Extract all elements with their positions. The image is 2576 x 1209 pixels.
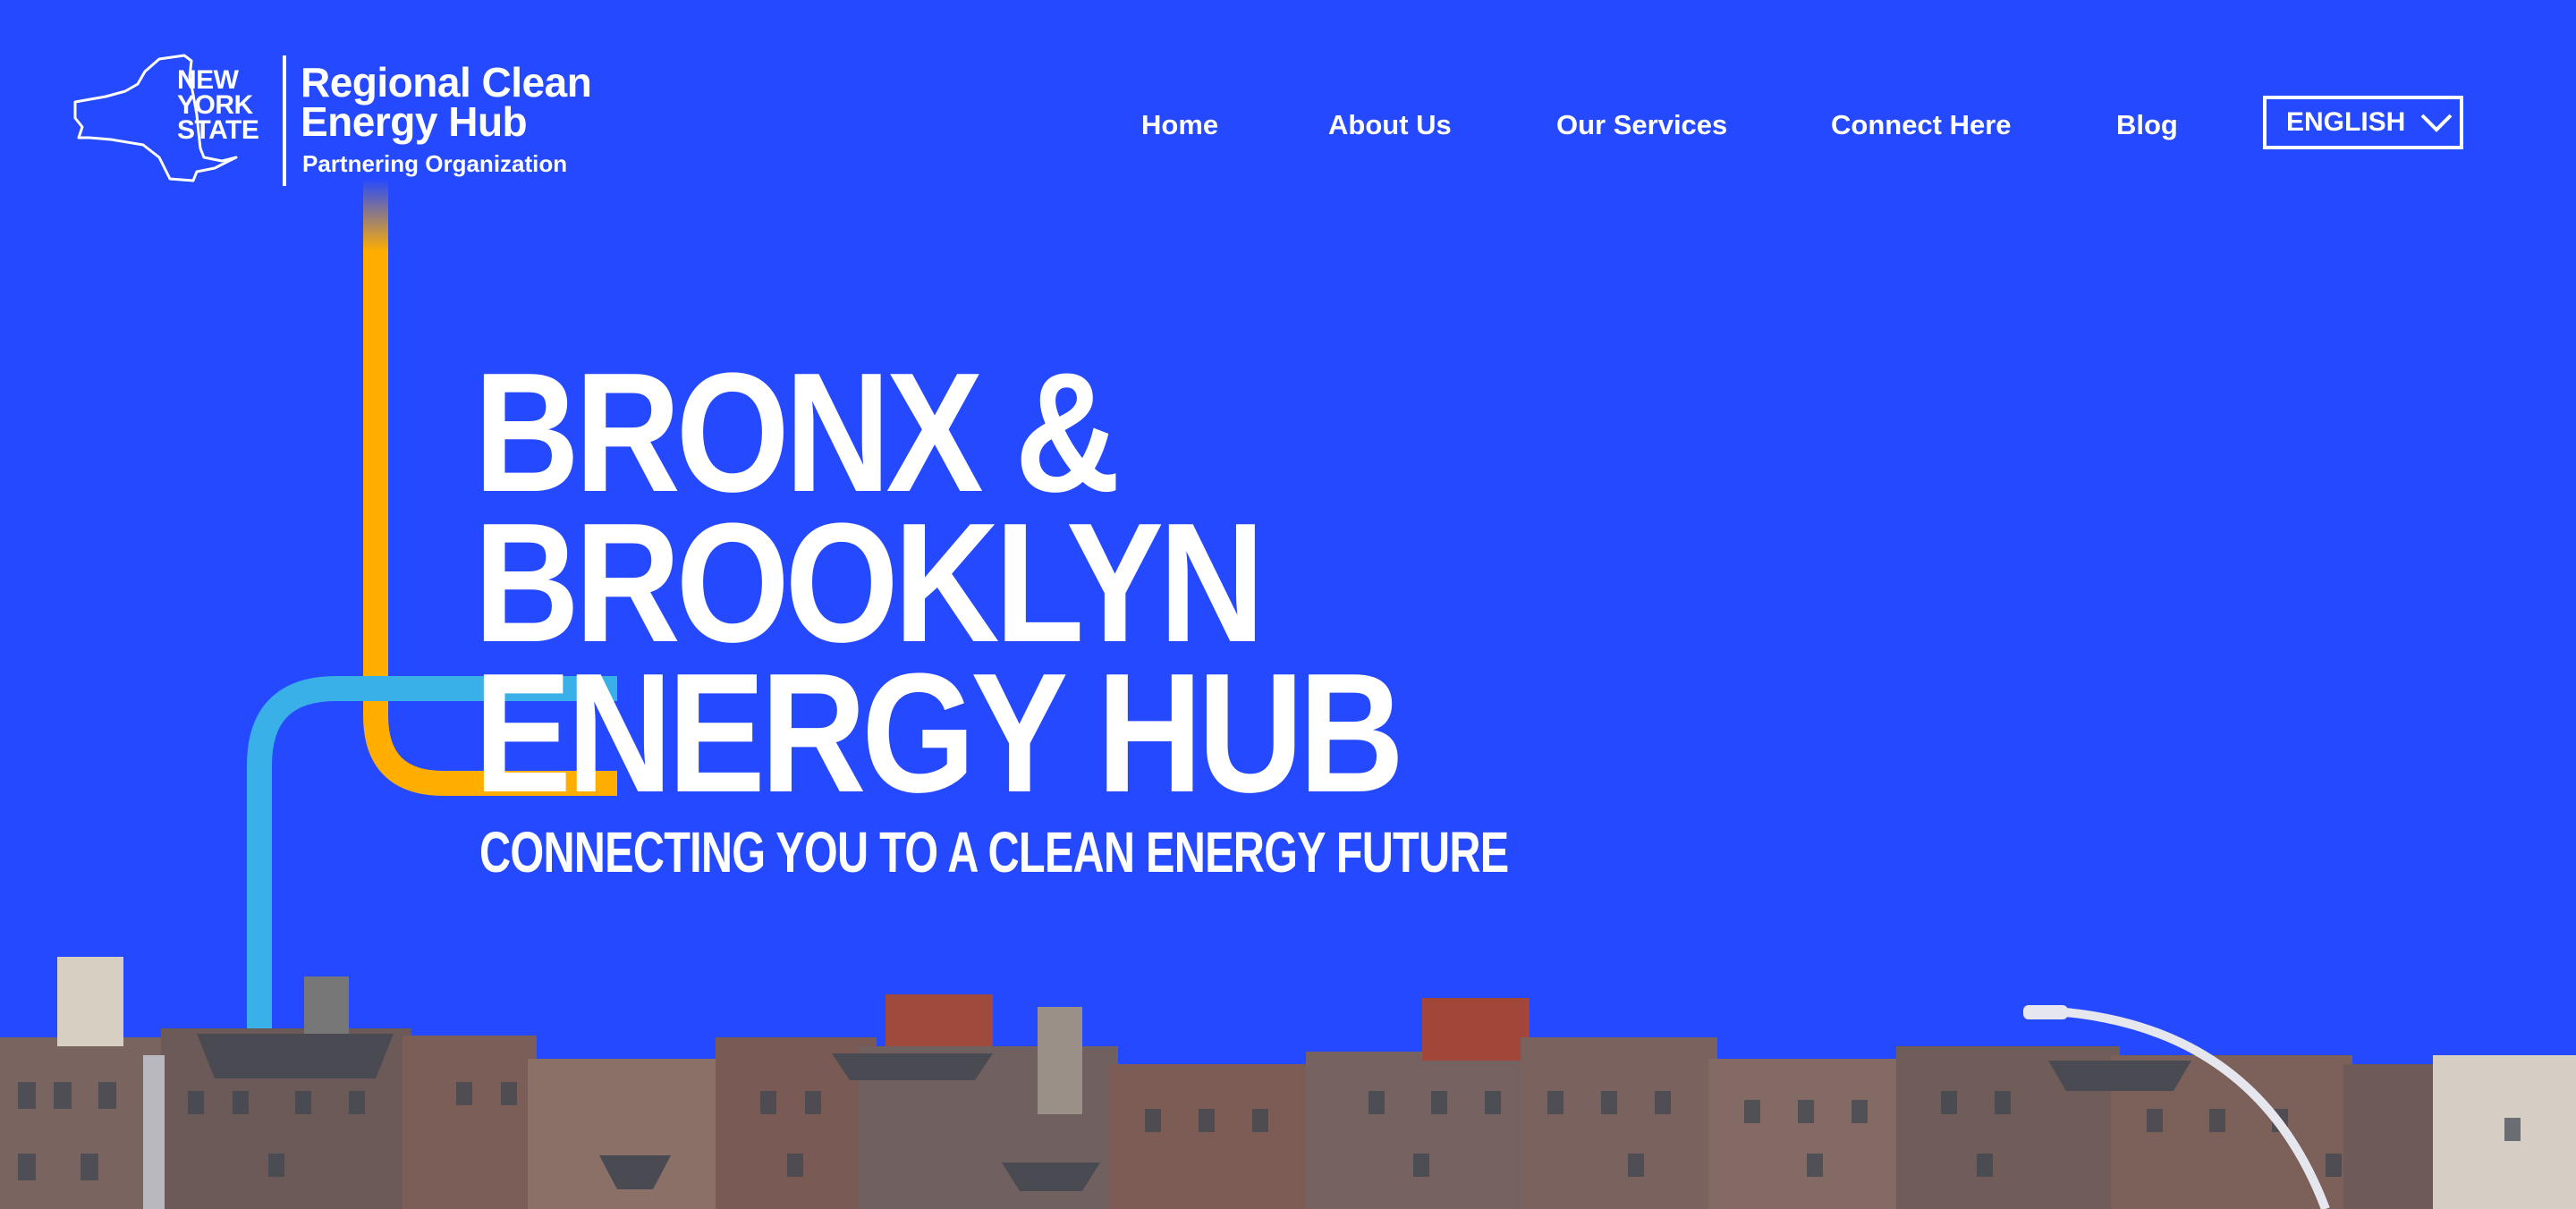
hero-title: BRONX & BROOKLYN ENERGY HUB bbox=[474, 338, 1404, 828]
hero-title-line-3: ENERGY HUB bbox=[474, 638, 1404, 828]
hero-title-line-1: BRONX & bbox=[474, 338, 1121, 528]
hero-tagline: CONNECTING YOU TO A CLEAN ENERGY FUTURE bbox=[479, 820, 1509, 884]
hero-title-line-2: BROOKLYN bbox=[474, 488, 1265, 678]
skyline-photo bbox=[0, 957, 2576, 1209]
